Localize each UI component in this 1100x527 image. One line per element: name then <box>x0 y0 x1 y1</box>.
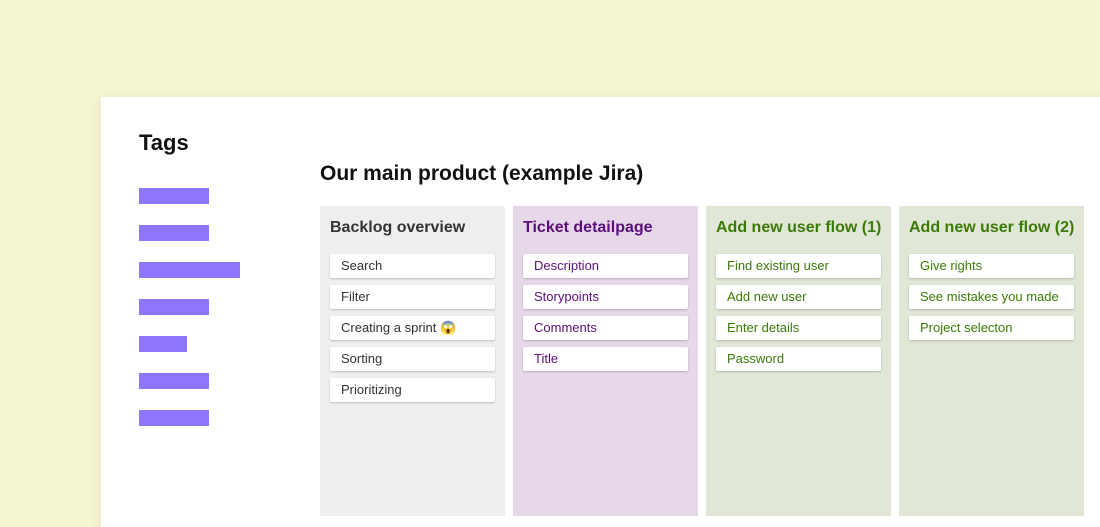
card[interactable]: Project selecton <box>909 316 1074 340</box>
card[interactable]: Sorting <box>330 347 495 371</box>
column-ticket-detailpage: Ticket detailpage Description Storypoint… <box>513 206 698 516</box>
column-title: Ticket detailpage <box>523 219 653 236</box>
tag-bar[interactable] <box>139 336 187 352</box>
card[interactable]: Find existing user <box>716 254 881 278</box>
card[interactable]: Enter details <box>716 316 881 340</box>
board-title: Our main product (example Jira) <box>320 162 644 185</box>
column-add-new-user-flow-2: Add new user flow (2) Give rights See mi… <box>899 206 1084 516</box>
card[interactable]: Filter <box>330 285 495 309</box>
tag-bar[interactable] <box>139 299 209 315</box>
column-title: Add new user flow (2) <box>909 219 1075 236</box>
tag-bar[interactable] <box>139 410 209 426</box>
card[interactable]: Prioritizing <box>330 378 495 402</box>
card[interactable]: Description <box>523 254 688 278</box>
card[interactable]: Storypoints <box>523 285 688 309</box>
card[interactable]: Password <box>716 347 881 371</box>
card[interactable]: Give rights <box>909 254 1074 278</box>
column-title: Add new user flow (1) <box>716 219 882 236</box>
column-title: Backlog overview <box>330 219 466 236</box>
column-backlog-overview: Backlog overview Search Filter Creating … <box>320 206 505 516</box>
tag-bar[interactable] <box>139 373 209 389</box>
tags-title: Tags <box>139 130 189 155</box>
tag-bar[interactable] <box>139 225 209 241</box>
tag-bar[interactable] <box>139 262 240 278</box>
card[interactable]: Add new user <box>716 285 881 309</box>
card[interactable]: See mistakes you made <box>909 285 1074 309</box>
card[interactable]: Comments <box>523 316 688 340</box>
card[interactable]: Search <box>330 254 495 278</box>
card[interactable]: Title <box>523 347 688 371</box>
tag-bar[interactable] <box>139 188 209 204</box>
column-add-new-user-flow-1: Add new user flow (1) Find existing user… <box>706 206 891 516</box>
card[interactable]: Creating a sprint 😱 <box>330 316 495 340</box>
